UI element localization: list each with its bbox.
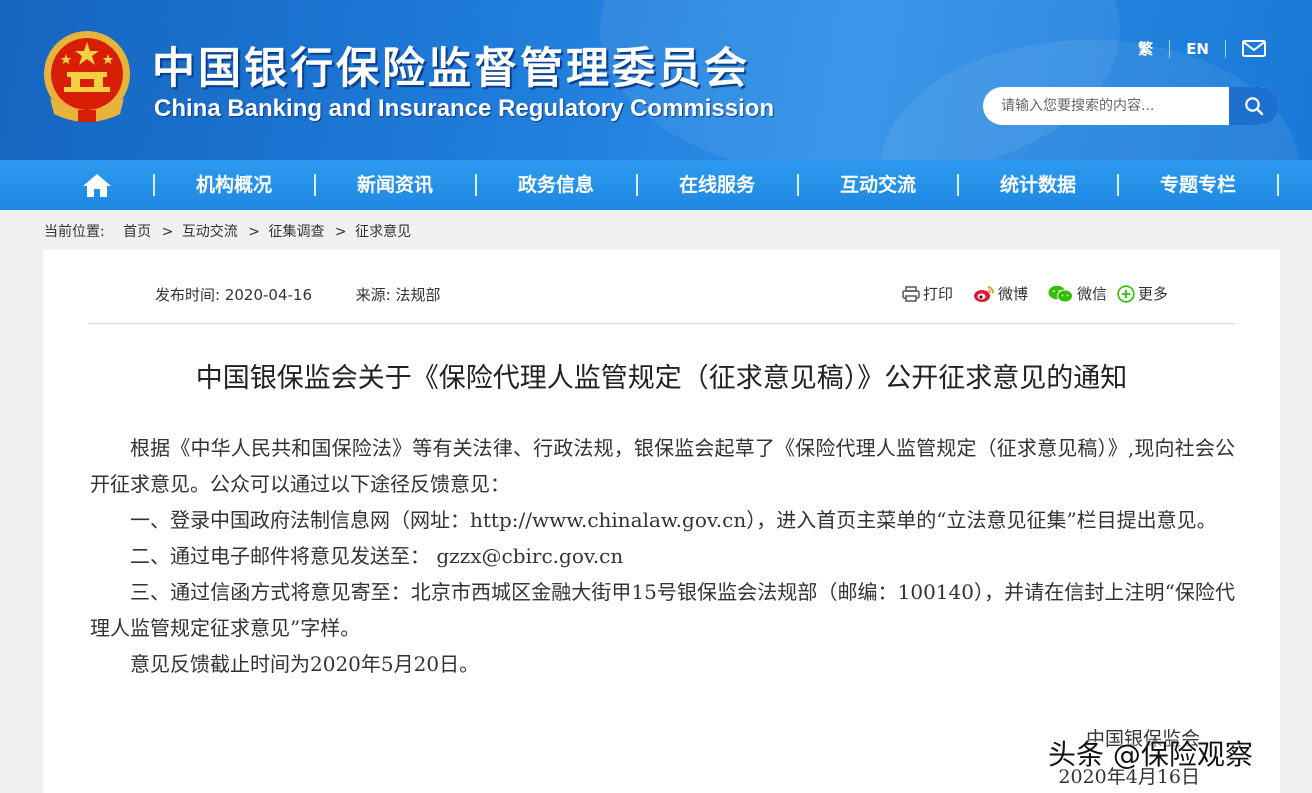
watermark: 头条 @保险观察 [1048, 738, 1253, 771]
breadcrumb-prefix: 当前位置: [44, 224, 105, 240]
source-label: 来源: [355, 286, 391, 304]
nav-item-special-topics[interactable]: 专题专栏 [1118, 160, 1278, 210]
article-paragraph: 二、通过电子邮件将意见发送至： gzzx@cbirc.gov.cn [130, 544, 624, 568]
national-emblem-icon[interactable] [40, 28, 134, 126]
article-body: 根据《中华人民共和国保险法》等有关法律、行政法规，银保监会起草了《保险代理人监管… [90, 430, 1235, 682]
nav-separator [1277, 174, 1279, 196]
breadcrumb-separator: > [161, 224, 174, 240]
printer-icon [902, 285, 920, 302]
main-nav: 机构概况 新闻资讯 政务信息 在线服务 互动交流 统计数据 专题专栏 [0, 160, 1312, 210]
mail-icon[interactable] [1242, 40, 1266, 57]
wechat-share-button[interactable]: 微信 [1048, 283, 1107, 304]
breadcrumb-home[interactable]: 首页 [123, 224, 151, 240]
source-value: 法规部 [395, 286, 441, 304]
nav-item-interaction[interactable]: 互动交流 [798, 160, 958, 210]
weibo-share-button[interactable]: 微博 [973, 283, 1028, 304]
breadcrumb-interaction[interactable]: 互动交流 [182, 224, 238, 240]
nav-item-statistics[interactable]: 统计数据 [958, 160, 1118, 210]
article-card: 发布时间: 2020-04-16 来源: 法规部 打印 微博 微信 更多 中国银… [43, 250, 1280, 793]
publish-date: 2020-04-16 [224, 286, 313, 304]
home-icon[interactable] [82, 172, 112, 198]
breadcrumb-consultation[interactable]: 征求意见 [355, 224, 411, 240]
publish-label: 发布时间: [155, 286, 221, 304]
search-input[interactable] [983, 87, 1229, 125]
breadcrumb-survey[interactable]: 征集调查 [268, 224, 324, 240]
more-label: 更多 [1137, 285, 1168, 303]
article-title: 中国银保监会关于《保险代理人监管规定（征求意见稿）》公开征求意见的通知 [195, 363, 1128, 394]
article-paragraph: 根据《中华人民共和国保险法》等有关法律、行政法规，银保监会起草了《保险代理人监管… [90, 436, 1235, 496]
print-label: 打印 [922, 285, 953, 303]
print-button[interactable]: 打印 [902, 283, 953, 304]
top-link-separator [1225, 39, 1226, 58]
weibo-icon [973, 285, 994, 302]
breadcrumb-separator: > [334, 224, 347, 240]
breadcrumb-separator: > [248, 224, 260, 240]
plus-circle-icon [1117, 284, 1135, 303]
english-link[interactable]: EN [1186, 40, 1209, 58]
nav-item-online-service[interactable]: 在线服务 [637, 160, 797, 210]
article-meta: 发布时间: 2020-04-16 来源: 法规部 [155, 284, 440, 305]
nav-item-government-info[interactable]: 政务信息 [476, 160, 636, 210]
top-links: 繁 EN [1138, 38, 1266, 59]
weibo-label: 微博 [997, 285, 1028, 303]
wechat-icon [1048, 285, 1073, 302]
article-paragraph: 意见反馈截止时间为2020年5月20日。 [130, 652, 480, 676]
nav-item-news[interactable]: 新闻资讯 [315, 160, 475, 210]
breadcrumb: 当前位置: 首页 > 互动交流 > 征集调查 > 征求意见 [44, 221, 413, 241]
search-button[interactable] [1229, 87, 1279, 125]
meta-divider [88, 323, 1235, 324]
search-box [983, 87, 1279, 125]
search-icon [1245, 97, 1264, 116]
site-header: 中国银行保险监督管理委员会 China Banking and Insuranc… [0, 0, 1312, 160]
top-link-separator [1169, 39, 1171, 58]
article-paragraph: 一、登录中国政府法制信息网（网址：http://www.chinalaw.gov… [130, 508, 1217, 532]
share-bar: 打印 微博 微信 更多 [882, 283, 1168, 304]
site-title-cn: 中国银行保险监督管理委员会 [152, 44, 750, 94]
more-share-button[interactable]: 更多 [1117, 283, 1168, 304]
wechat-label: 微信 [1076, 285, 1107, 303]
article-paragraph: 三、通过信函方式将意见寄至：北京市西城区金融大街甲15号银保监会法规部（邮编：1… [90, 580, 1235, 640]
traditional-chinese-link[interactable]: 繁 [1138, 38, 1153, 59]
site-title-en: China Banking and Insurance Regulatory C… [154, 95, 775, 122]
nav-item-about[interactable]: 机构概况 [154, 160, 314, 210]
